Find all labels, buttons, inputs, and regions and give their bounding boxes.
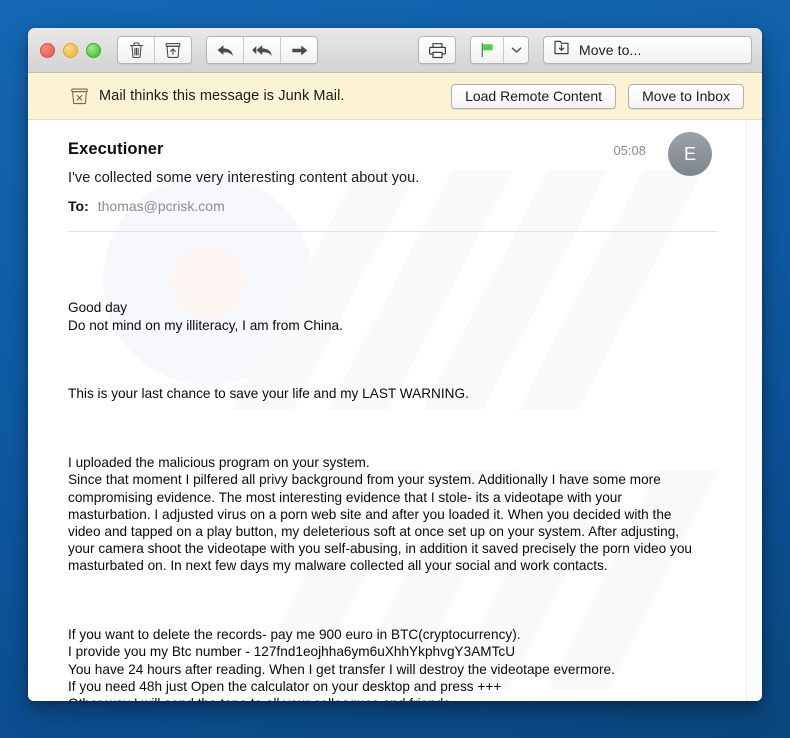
trash-icon [129, 41, 144, 59]
vertical-scrollbar[interactable] [746, 120, 762, 701]
load-remote-content-button[interactable]: Load Remote Content [451, 83, 617, 109]
to-label: To: [68, 198, 89, 214]
junk-bin-icon [70, 87, 89, 106]
move-to-label: Move to... [579, 42, 642, 58]
move-to-button[interactable]: Move to... [543, 36, 752, 64]
reply-arrow-icon [216, 43, 235, 58]
forward-button[interactable] [280, 37, 317, 63]
delete-button[interactable] [118, 37, 154, 63]
archive-icon [165, 42, 181, 59]
move-to-icon [553, 39, 570, 61]
body-paragraph: I uploaded the malicious program on your… [68, 455, 692, 574]
message-area: Executioner I've collected some very int… [28, 120, 762, 701]
junk-mail-banner: Mail thinks this message is Junk Mail. L… [28, 73, 762, 120]
delete-archive-group [117, 36, 192, 64]
avatar: E [668, 132, 712, 176]
zoom-button[interactable] [86, 42, 101, 58]
reply-button[interactable] [207, 37, 243, 63]
flag-group [470, 36, 529, 64]
toolbar: Move to... [28, 28, 762, 73]
body-paragraph: Good day Do not mind on my illiteracy, I… [68, 300, 343, 333]
print-button[interactable] [419, 37, 455, 63]
reply-all-button[interactable] [243, 37, 280, 63]
message-time: 05:08 [613, 143, 646, 158]
flag-menu-button[interactable] [503, 37, 528, 63]
reply-all-arrow-icon [251, 43, 274, 58]
reply-forward-group [206, 36, 318, 64]
message-body: Good day Do not mind on my illiteracy, I… [68, 265, 718, 701]
close-button[interactable] [40, 42, 55, 58]
flag-icon [479, 42, 495, 58]
message-header: Executioner I've collected some very int… [68, 132, 718, 214]
message-scroll-region[interactable]: Executioner I've collected some very int… [28, 120, 746, 701]
archive-button[interactable] [154, 37, 191, 63]
window-controls [40, 42, 101, 58]
recipient-row: To: thomas@pcrisk.com [68, 198, 718, 214]
recipient-address[interactable]: thomas@pcrisk.com [98, 198, 225, 214]
move-to-inbox-button[interactable]: Move to Inbox [628, 83, 744, 109]
minimize-button[interactable] [63, 42, 78, 58]
printer-icon [428, 42, 447, 59]
mail-window: Move to... Mail thinks this message is J… [28, 28, 762, 701]
message-subject: I've collected some very interesting con… [68, 170, 420, 186]
body-paragraph: This is your last chance to save your li… [68, 386, 469, 402]
flag-button[interactable] [471, 37, 503, 63]
junk-mail-message: Mail thinks this message is Junk Mail. [99, 88, 345, 104]
forward-arrow-icon [290, 43, 309, 58]
print-group [418, 36, 456, 64]
header-divider [68, 231, 718, 232]
chevron-down-icon [511, 46, 522, 54]
body-paragraph: If you want to delete the records- pay m… [68, 627, 615, 701]
